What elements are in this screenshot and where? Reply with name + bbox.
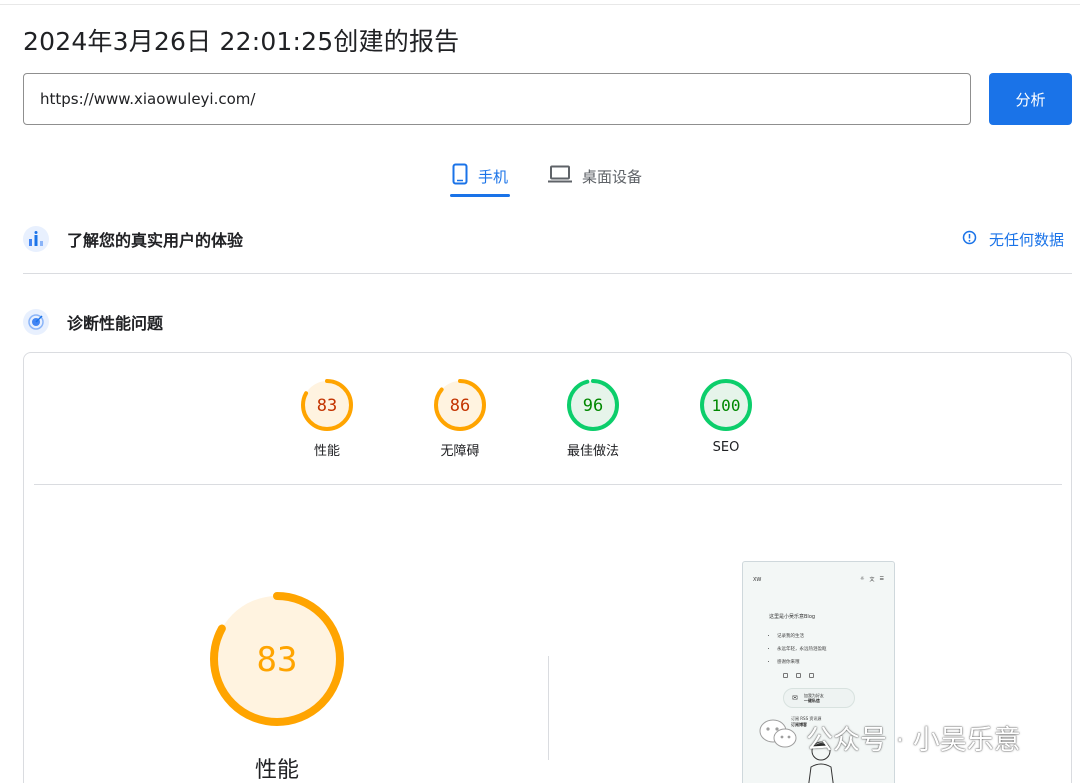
device-tabs: 手机 桌面设备 — [450, 155, 644, 197]
score-value: 100 — [712, 396, 741, 415]
wechat-icon — [758, 718, 798, 757]
preview-list-item: 感谢你来哦 — [777, 656, 894, 669]
mail-icon: ✉ — [792, 694, 798, 702]
no-data-label: 无任何数据 — [989, 231, 1065, 249]
translate-icon: 文 — [869, 577, 875, 583]
score-value: 86 — [450, 396, 470, 416]
preview-list: 记录我的生活 永远年轻，永远热泪盈眶 感谢你来哦 — [777, 630, 894, 669]
field-data-section-header: 了解您的真实用户的体验 — [23, 226, 243, 252]
top-border — [0, 4, 1080, 5]
tab-mobile[interactable]: 手机 — [450, 155, 511, 197]
url-input[interactable]: https://www.xiaowuleyi.com/ — [23, 73, 971, 125]
card-divider — [34, 484, 1062, 485]
social-icon — [783, 673, 788, 678]
smartphone-icon — [452, 163, 468, 189]
score-value: 96 — [583, 396, 603, 416]
score-ring: 83 — [301, 379, 353, 431]
performance-score-gauge: 83 — [210, 592, 344, 726]
analyze-button[interactable]: 分析 — [989, 73, 1072, 125]
field-data-heading: 了解您的真实用户的体验 — [67, 231, 244, 250]
preview-card-line: 一键私信 — [803, 698, 820, 703]
preview-logo: XW — [753, 576, 762, 583]
section-divider — [23, 273, 1072, 274]
diagnostics-section-header: 诊断性能问题 — [23, 309, 163, 335]
score-value: 83 — [257, 640, 298, 680]
preview-list-item: 记录我的生活 — [777, 630, 894, 643]
score-gauge-best-practices[interactable]: 96 最佳做法 — [566, 378, 620, 459]
score-label: SEO — [712, 440, 740, 455]
url-input-value: https://www.xiaowuleyi.com/ — [40, 90, 256, 108]
tab-desktop-label: 桌面设备 — [582, 167, 643, 186]
score-gauge-seo[interactable]: 100 SEO — [699, 378, 753, 459]
preview-nav-icons: ☼ 文 ☰ — [860, 576, 884, 583]
score-label: 最佳做法 — [566, 444, 619, 459]
watermark-text: 公众号 · 小吴乐意 — [806, 725, 1021, 756]
preview-social-icons — [783, 673, 894, 678]
preview-list-item: 永远年轻，永远热泪盈眶 — [777, 643, 894, 656]
social-icon — [796, 673, 801, 678]
preview-header: XW ☼ 文 ☰ — [743, 562, 894, 583]
user-experience-icon — [23, 226, 49, 252]
laptop-icon — [548, 165, 573, 187]
diagnose-icon — [23, 309, 49, 335]
score-label: 性能 — [313, 444, 340, 459]
score-gauge-performance[interactable]: 83 性能 — [300, 378, 354, 459]
menu-icon: ☰ — [879, 576, 884, 582]
score-ring: 86 — [434, 379, 486, 431]
score-gauge-accessibility[interactable]: 86 无障碍 — [433, 378, 487, 459]
preview-card-text: 加我为好友 一键私信 — [804, 693, 824, 703]
score-ring: 96 — [567, 379, 619, 431]
sun-icon: ☼ — [860, 576, 865, 582]
diagnostics-heading: 诊断性能问题 — [67, 314, 164, 333]
watermark: 公众号 · 小吴乐意 — [758, 718, 1021, 757]
tab-desktop[interactable]: 桌面设备 — [546, 155, 644, 197]
no-data-notice[interactable]: 无任何数据 — [962, 229, 1064, 250]
tab-mobile-label: 手机 — [478, 167, 509, 186]
report-title: 2024年3月26日 22:01:25创建的报告 — [23, 27, 460, 56]
vertical-divider — [548, 656, 549, 760]
score-value: 83 — [317, 396, 337, 416]
score-ring: 100 — [700, 379, 752, 431]
performance-score-label: 性能 — [254, 758, 299, 783]
social-icon — [809, 673, 814, 678]
category-scores: 83 性能 86 无障碍 96 最佳做法 100 SEO — [300, 378, 753, 459]
info-icon — [962, 230, 977, 249]
score-label: 无障碍 — [440, 444, 480, 459]
preview-title: 这里是小吴乐意Blog — [769, 614, 816, 620]
preview-message-card: ✉ 加我为好友 一键私信 — [783, 688, 855, 708]
